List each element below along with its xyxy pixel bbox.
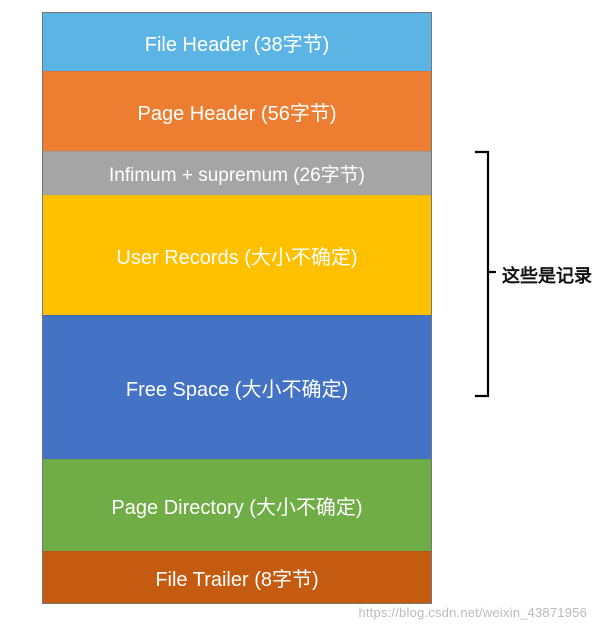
segment-infimum-supremum: Infimum + supremum (26字节) [43,151,431,195]
segment-page-directory-label: Page Directory (大小不确定) [111,491,362,520]
brace-icon [474,150,496,398]
segment-user-records: User Records (大小不确定) [43,195,431,315]
segment-file-header: File Header (38字节) [43,13,431,71]
records-annotation: 这些是记录 [474,150,595,398]
segment-page-header: Page Header (56字节) [43,71,431,151]
diagram-stage: File Header (38字节) Page Header (56字节) In… [42,12,564,610]
segment-file-trailer: File Trailer (8字节) [43,551,431,603]
segment-file-header-label: File Header (38字节) [145,28,330,57]
segment-page-directory: Page Directory (大小不确定) [43,459,431,551]
records-annotation-label: 这些是记录 [502,262,592,288]
segment-free-space-label: Free Space (大小不确定) [126,373,348,402]
segment-free-space: Free Space (大小不确定) [43,315,431,459]
segment-page-header-label: Page Header (56字节) [138,97,337,126]
segment-user-records-label: User Records (大小不确定) [116,241,357,270]
segment-file-trailer-label: File Trailer (8字节) [155,563,318,592]
page-structure-stack: File Header (38字节) Page Header (56字节) In… [42,12,432,604]
segment-infimum-supremum-label: Infimum + supremum (26字节) [109,160,365,187]
